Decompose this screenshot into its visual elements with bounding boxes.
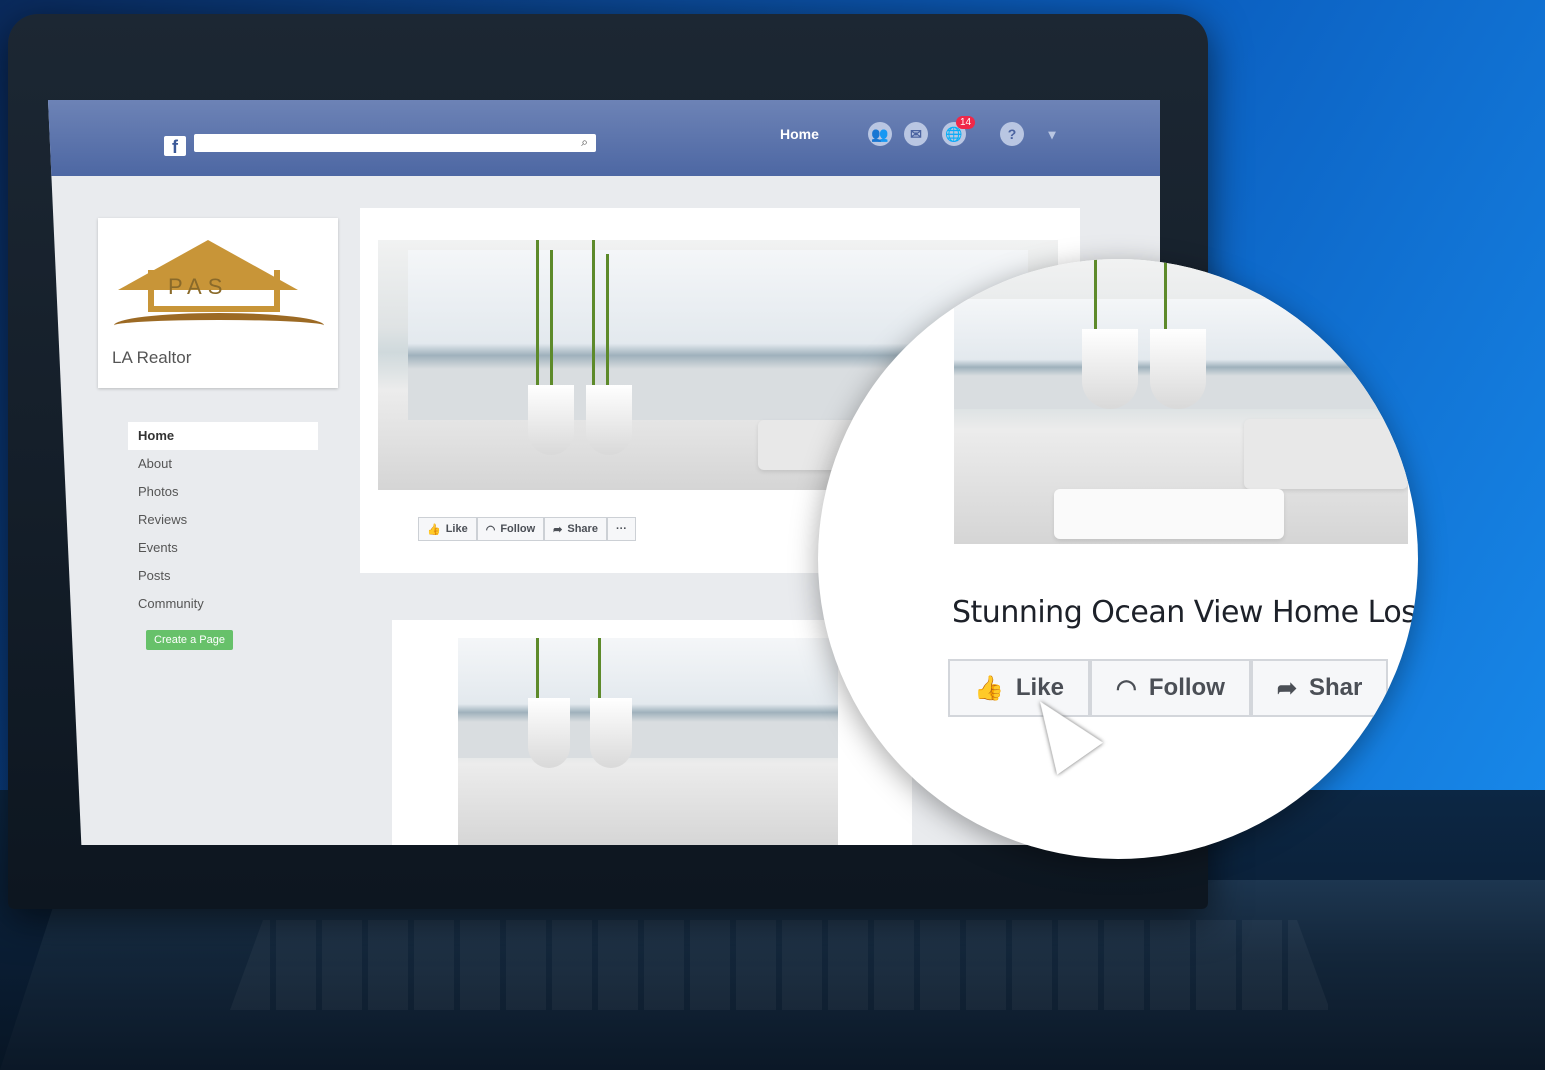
zoomed-share-button[interactable]: ➦ Shar	[1250, 659, 1389, 717]
sidebar-item-events[interactable]: Events	[128, 534, 318, 562]
thumbs-up-icon: 👍	[427, 523, 441, 536]
logo-wave	[114, 313, 324, 338]
zoomed-follow-button[interactable]: ◠ Follow	[1089, 659, 1251, 717]
sidebar-item-home[interactable]: Home	[128, 422, 318, 450]
like-label: Like	[445, 523, 468, 535]
bamboo-stalk	[550, 250, 553, 390]
sidebar-item-photos[interactable]: Photos	[128, 478, 318, 506]
bamboo-stalk	[1164, 259, 1167, 339]
search-icon[interactable]: ⌕	[581, 135, 588, 150]
follow-label: Follow	[500, 523, 536, 535]
friends-icon[interactable]: 👥	[868, 122, 892, 146]
rss-icon: ◠	[1115, 674, 1137, 702]
messenger-icon[interactable]: ✉	[904, 122, 928, 146]
keyboard	[230, 920, 1330, 1010]
planter	[528, 385, 574, 455]
planter	[528, 698, 570, 768]
magnifier-callout: Stunning Ocean View Home Los A 👍 Like ◠ Fo…	[818, 259, 1418, 859]
chevron-down-icon[interactable]: ▾	[1040, 122, 1064, 146]
share-label: Shar	[1308, 674, 1363, 701]
sofa	[1244, 419, 1408, 489]
share-label: Share	[567, 523, 598, 535]
like-button[interactable]: 👍 Like	[418, 517, 477, 541]
planter	[1082, 329, 1138, 409]
sidebar-item-posts[interactable]: Posts	[128, 562, 318, 590]
bamboo-stalk	[1094, 259, 1097, 339]
window-view	[458, 638, 838, 758]
create-page-button[interactable]: Create a Page	[146, 630, 233, 650]
zoomed-photo	[954, 259, 1408, 544]
sidebar-item-community[interactable]: Community	[128, 590, 318, 618]
more-button[interactable]: ···	[606, 517, 636, 541]
logo-name: LA Realtor	[112, 348, 192, 367]
planter	[1150, 329, 1206, 409]
facebook-logo-icon[interactable]: f	[164, 136, 186, 157]
cover-action-bar: 👍 Like ◠ Follow ➦ Share ···	[418, 517, 636, 541]
bamboo-stalk	[536, 240, 539, 390]
sidebar-item-reviews[interactable]: Reviews	[128, 506, 318, 534]
follow-button[interactable]: ◠ Follow	[476, 517, 545, 541]
notification-badge: 14	[956, 116, 976, 129]
zoomed-action-bar: 👍 Like ◠ Follow ➦ Shar	[948, 659, 1389, 717]
share-arrow-icon: ➦	[1276, 674, 1297, 702]
bamboo-stalk	[592, 240, 595, 390]
coffee-table	[1054, 489, 1284, 539]
post-photo[interactable]	[458, 638, 838, 845]
share-button[interactable]: ➦ Share	[544, 517, 607, 541]
thumbs-up-icon: 👍	[974, 674, 1004, 702]
page-sidebar: Home About Photos Reviews Events Posts C…	[128, 422, 318, 618]
share-arrow-icon: ➦	[553, 523, 563, 536]
follow-label: Follow	[1148, 674, 1225, 701]
sidebar-item-about[interactable]: About	[128, 450, 318, 478]
post-title: Stunning Ocean View Home Los A	[952, 595, 1418, 630]
planter	[586, 385, 632, 455]
facebook-topbar: f ⌕ Home 👥 ✉ 🌐 14 ? ▾	[48, 100, 1160, 176]
page-profile-picture[interactable]: PAS LA Realtor	[98, 218, 338, 388]
bamboo-stalk	[606, 254, 609, 390]
rss-icon: ◠	[485, 523, 496, 536]
search-input[interactable]: ⌕	[194, 134, 596, 152]
logo-letters: PAS	[168, 274, 229, 299]
planter	[590, 698, 632, 768]
nav-home-link[interactable]: Home	[780, 126, 819, 142]
help-icon[interactable]: ?	[1000, 122, 1024, 146]
